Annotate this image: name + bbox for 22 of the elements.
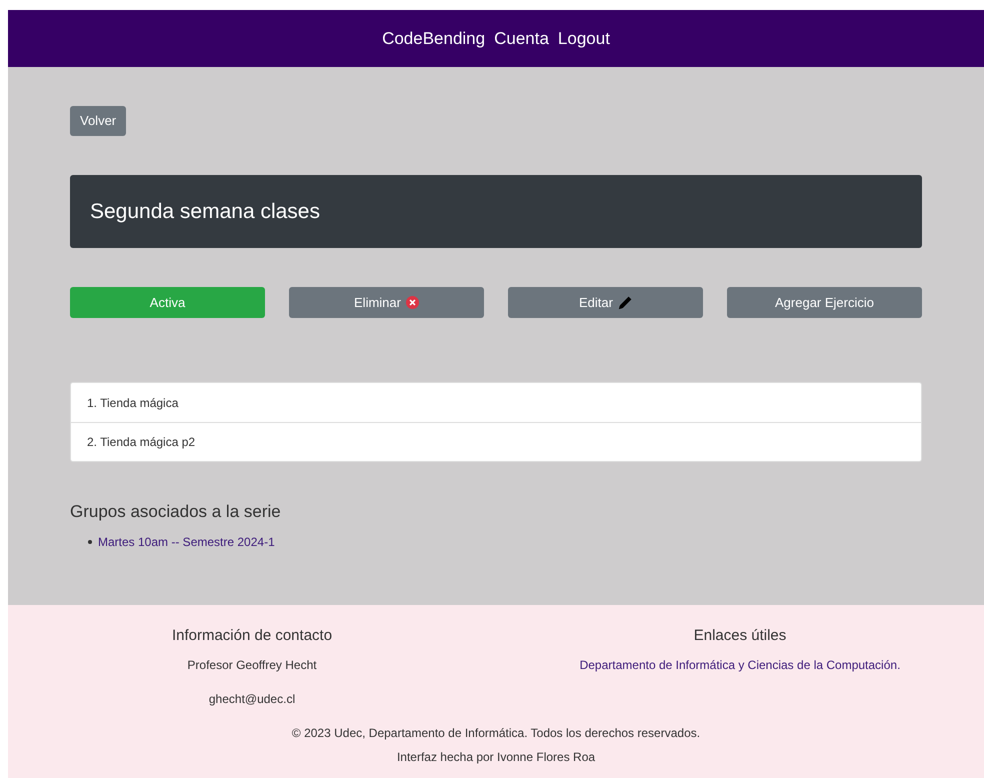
copyright-text: © 2023 Udec, Departamento de Informática. Todos los derechos reservados. xyxy=(290,724,702,742)
group-link[interactable]: Martes 10am -- Semestre 2024-1 xyxy=(98,532,275,550)
groups-heading: Grupos asociados a la serie xyxy=(70,501,282,523)
nav-link[interactable]: Logout xyxy=(558,26,610,52)
footer-link[interactable]: Departamento de Informática y Ciencias de la Computación. xyxy=(580,656,900,674)
contact-heading: Información de contacto xyxy=(172,626,332,646)
exercise-item[interactable]: 1. Tienda mágica xyxy=(71,383,921,422)
links-heading: Enlaces útiles xyxy=(694,626,786,646)
nav-link[interactable]: Cuenta xyxy=(494,26,549,52)
back-button[interactable]: Volver xyxy=(70,106,126,136)
bullet-icon xyxy=(88,540,92,544)
contact-email: ghecht@udec.cl xyxy=(208,690,296,708)
delete-button[interactable]: Eliminar xyxy=(289,287,484,318)
credit-text: Interfaz hecha por Ivonne Flores Roa xyxy=(396,748,596,766)
add-exercise-button[interactable]: Agregar Ejercicio xyxy=(727,287,922,318)
edit-button[interactable]: Editar xyxy=(508,287,703,318)
series-title: Segunda semana clases xyxy=(90,198,320,225)
exercise-item[interactable]: 2. Tienda mágica p2 xyxy=(71,422,921,461)
pencil-icon xyxy=(618,296,632,310)
close-icon xyxy=(406,296,419,309)
contact-name: Profesor Geoffrey Hecht xyxy=(187,656,317,674)
nav-link[interactable]: CodeBending xyxy=(382,26,486,52)
